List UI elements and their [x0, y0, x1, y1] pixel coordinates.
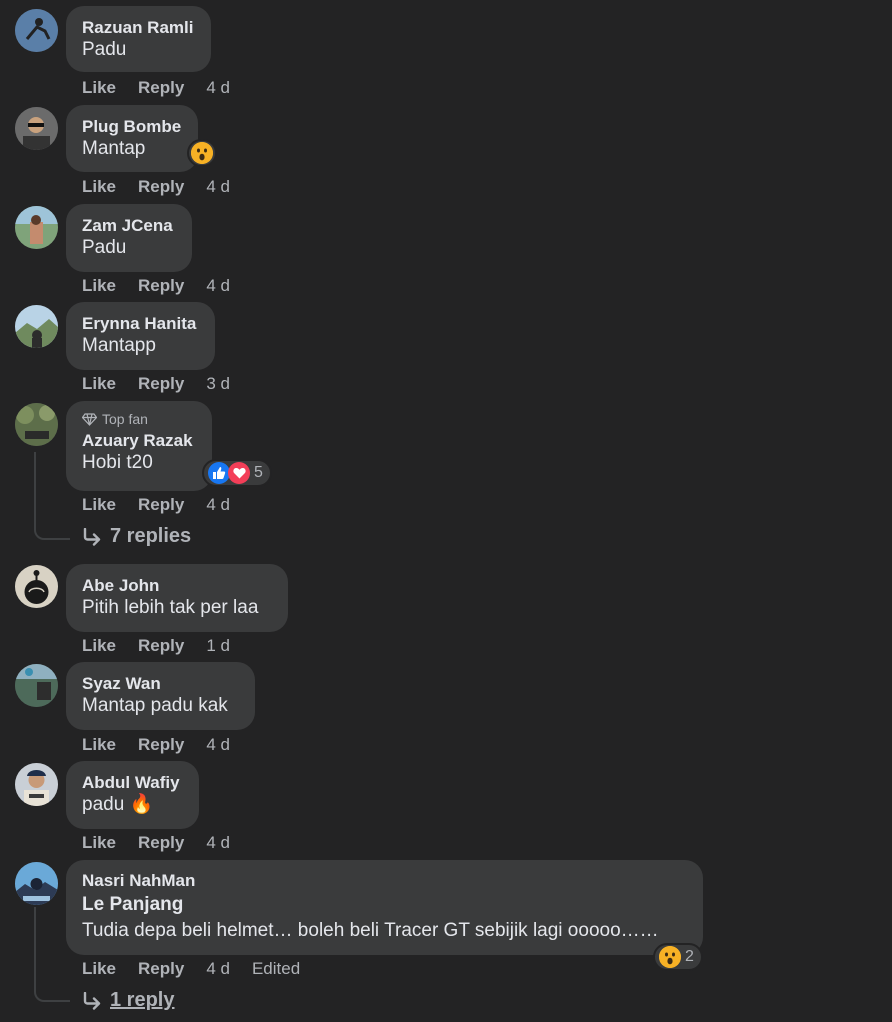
timestamp[interactable]: 4 d: [206, 276, 230, 296]
author-name[interactable]: Syaz Wan: [82, 674, 239, 694]
comment-bubble: Plug Bombe Mantap: [66, 105, 198, 172]
reply-arrow-icon: [83, 991, 101, 1010]
like-button[interactable]: Like: [82, 374, 116, 394]
author-name[interactable]: Nasri NahMan: [82, 871, 687, 891]
comment-actions: Like Reply 4 d: [82, 276, 230, 296]
comment-bubble: Abe John Pitih lebih tak per laa: [66, 564, 288, 632]
reaction-badge[interactable]: [187, 139, 217, 167]
love-reaction-icon: [228, 462, 250, 484]
wow-reaction-icon: [659, 946, 681, 968]
edited-label[interactable]: Edited: [252, 959, 300, 979]
comment-actions: Like Reply 4 d: [82, 177, 230, 197]
reply-button[interactable]: Reply: [138, 177, 184, 197]
thread-line: [34, 907, 70, 1002]
like-button[interactable]: Like: [82, 177, 116, 197]
like-button[interactable]: Like: [82, 78, 116, 98]
like-button[interactable]: Like: [82, 959, 116, 979]
author-name[interactable]: Abe John: [82, 576, 272, 596]
replies-count: 7 replies: [110, 525, 192, 547]
comment-bubble: Abdul Wafiy padu 🔥: [66, 761, 199, 829]
reply-button[interactable]: Reply: [138, 374, 184, 394]
view-replies-button[interactable]: 1 reply: [82, 989, 174, 1012]
timestamp[interactable]: 4 d: [206, 833, 230, 853]
reaction-badge[interactable]: 5: [202, 459, 272, 487]
like-button[interactable]: Like: [82, 735, 116, 755]
comment-bubble: Nasri NahMan Le Panjang Tudia depa beli …: [66, 860, 703, 955]
view-replies-button[interactable]: 7 replies: [82, 525, 191, 548]
comment-text: Padu: [82, 237, 127, 258]
timestamp[interactable]: 4 d: [206, 177, 230, 197]
avatar[interactable]: [15, 763, 58, 806]
thread-line: [34, 452, 70, 540]
reply-button[interactable]: Reply: [138, 636, 184, 656]
comment-text: Mantap padu kak: [82, 695, 228, 716]
avatar[interactable]: [15, 206, 58, 249]
author-name[interactable]: Razuan Ramli: [82, 18, 195, 38]
avatar[interactable]: [15, 9, 58, 52]
comment-text: padu 🔥: [82, 794, 154, 815]
comment-title: Le Panjang: [82, 894, 184, 915]
author-name[interactable]: Erynna Hanita: [82, 314, 199, 334]
comment-text: Hobi t20: [82, 452, 153, 473]
author-name[interactable]: Zam JCena: [82, 216, 176, 236]
comment-bubble: Zam JCena Padu: [66, 204, 192, 272]
avatar[interactable]: [15, 305, 58, 348]
author-name[interactable]: Abdul Wafiy: [82, 773, 183, 793]
like-button[interactable]: Like: [82, 276, 116, 296]
reply-arrow-icon: [83, 527, 101, 546]
comment-bubble: Syaz Wan Mantap padu kak: [66, 662, 255, 730]
top-fan-label: Top fan: [102, 411, 148, 427]
avatar[interactable]: [15, 862, 58, 905]
comment-actions: Like Reply 4 d: [82, 78, 230, 98]
avatar[interactable]: [15, 565, 58, 608]
reply-button[interactable]: Reply: [138, 78, 184, 98]
comment-bubble: Erynna Hanita Mantapp: [66, 302, 215, 370]
like-button[interactable]: Like: [82, 636, 116, 656]
comment-actions: Like Reply 4 d: [82, 735, 230, 755]
comment-text: Mantapp: [82, 335, 156, 356]
reply-button[interactable]: Reply: [138, 833, 184, 853]
like-button[interactable]: Like: [82, 495, 116, 515]
replies-count: 1 reply: [110, 989, 175, 1011]
top-fan-badge: Top fan: [82, 411, 196, 427]
comment-text: Padu: [82, 39, 127, 60]
comment-text: Mantap: [82, 138, 146, 159]
diamond-icon: [82, 412, 97, 426]
reaction-count: 5: [254, 464, 263, 481]
timestamp[interactable]: 4 d: [206, 78, 230, 98]
avatar[interactable]: [15, 403, 58, 446]
reply-button[interactable]: Reply: [138, 276, 184, 296]
comment-bubble: Top fan Azuary Razak Hobi t20: [66, 401, 212, 491]
reply-button[interactable]: Reply: [138, 495, 184, 515]
comment-actions: Like Reply 4 d Edited: [82, 959, 300, 979]
wow-reaction-icon: [191, 142, 213, 164]
timestamp[interactable]: 4 d: [206, 495, 230, 515]
like-reaction-icon: [208, 462, 230, 484]
author-name[interactable]: Azuary Razak: [82, 431, 196, 451]
reply-button[interactable]: Reply: [138, 959, 184, 979]
timestamp[interactable]: 4 d: [206, 735, 230, 755]
author-name[interactable]: Plug Bombe: [82, 117, 182, 137]
reaction-count: 2: [685, 948, 694, 965]
comment-bubble: Razuan Ramli Padu: [66, 6, 211, 72]
timestamp[interactable]: 1 d: [206, 636, 230, 656]
timestamp[interactable]: 3 d: [206, 374, 230, 394]
comment-text: Pitih lebih tak per laa: [82, 597, 259, 618]
comment-actions: Like Reply 3 d: [82, 374, 230, 394]
reply-button[interactable]: Reply: [138, 735, 184, 755]
avatar[interactable]: [15, 664, 58, 707]
comment-actions: Like Reply 4 d: [82, 833, 230, 853]
comment-actions: Like Reply 1 d: [82, 636, 230, 656]
avatar[interactable]: [15, 107, 58, 150]
like-button[interactable]: Like: [82, 833, 116, 853]
reaction-badge[interactable]: 2: [653, 943, 703, 971]
comment-text: Tudia depa beli helmet… boleh beli Trace…: [82, 920, 659, 941]
comment-actions: Like Reply 4 d: [82, 495, 230, 515]
timestamp[interactable]: 4 d: [206, 959, 230, 979]
